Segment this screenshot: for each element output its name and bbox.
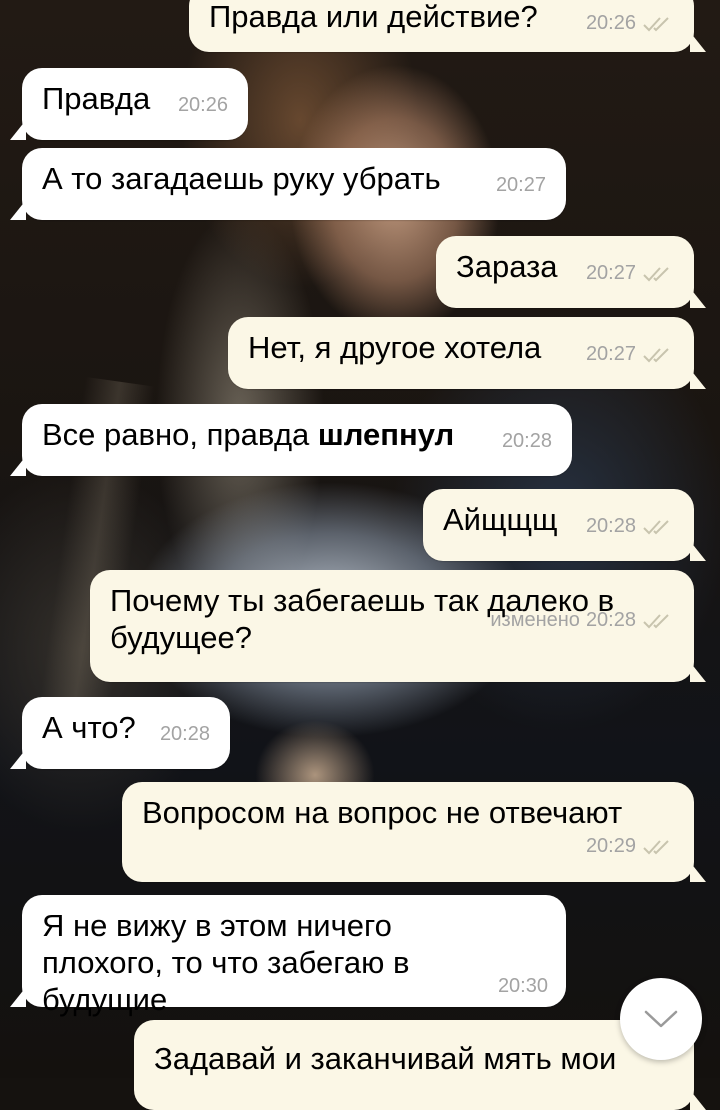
double-check-icon [642, 16, 674, 32]
double-check-icon [642, 839, 674, 855]
message-time: 20:28 [585, 515, 636, 537]
message-time: 20:27 [585, 262, 636, 284]
message-incoming[interactable]: А что? 20:28 [10, 697, 230, 769]
message-time: 20:30 [497, 975, 548, 997]
message-outgoing[interactable]: Вопросом на вопрос не отвечают 20:29 [122, 782, 706, 882]
double-check-icon [642, 266, 674, 282]
double-check-icon [642, 347, 674, 363]
message-time: 20:27 [585, 343, 636, 365]
message-time: 20:28 [501, 430, 552, 452]
message-text: Вопросом на вопрос не отвечают [142, 795, 623, 830]
chevron-down-icon [644, 1010, 678, 1028]
message-meta: 20:26 [586, 12, 674, 34]
double-check-icon [642, 613, 674, 629]
message-text: Задавай и заканчивай мять мои [154, 1041, 617, 1076]
message-time: 20:27 [495, 174, 546, 196]
message-text: Зараза [456, 249, 558, 284]
message-text: А то загадаешь руку убрать [42, 161, 441, 196]
message-outgoing[interactable]: Зараза 20:27 [436, 236, 706, 308]
message-time: 20:29 [585, 835, 636, 857]
message-outgoing[interactable]: Почему ты забегаешь так далеко в будущее… [90, 570, 706, 682]
message-text: Я не вижу в этом ничего плохого, то что … [42, 908, 410, 1017]
message-text: Все равно, правда [42, 417, 318, 452]
message-bold-text: шлепнул [317, 417, 455, 452]
message-meta: 20:27 [586, 343, 674, 365]
message-outgoing[interactable]: Айщщщ 20:28 [423, 489, 706, 561]
message-outgoing[interactable]: Правда или действие? 20:26 [189, 0, 706, 52]
message-text: Правда [42, 81, 151, 116]
message-time: 20:26 [177, 94, 228, 116]
message-text: Правда или действие? [209, 0, 538, 34]
message-outgoing[interactable]: Задавай и заканчивай мять мои [134, 1020, 706, 1110]
double-check-icon [642, 519, 674, 535]
message-text: Нет, я другое хотела [248, 330, 542, 365]
scroll-to-bottom-button[interactable] [620, 978, 702, 1060]
message-meta: 20:28 [586, 515, 674, 537]
message-incoming[interactable]: А то загадаешь руку убрать 20:27 [10, 148, 566, 220]
message-time: 20:26 [585, 12, 636, 34]
message-meta: 20:27 [586, 262, 674, 284]
message-text: Айщщщ [443, 502, 558, 537]
message-meta: 20:29 [142, 835, 674, 857]
message-incoming[interactable]: Все равно, правда шлепнул 20:28 [10, 404, 572, 476]
message-text: А что? [42, 710, 136, 745]
message-incoming[interactable]: Правда 20:26 [10, 68, 248, 140]
message-outgoing[interactable]: Нет, я другое хотела 20:27 [228, 317, 706, 389]
message-time: 20:28 [159, 723, 210, 745]
message-incoming[interactable]: Я не вижу в этом ничего плохого, то что … [10, 895, 566, 1017]
